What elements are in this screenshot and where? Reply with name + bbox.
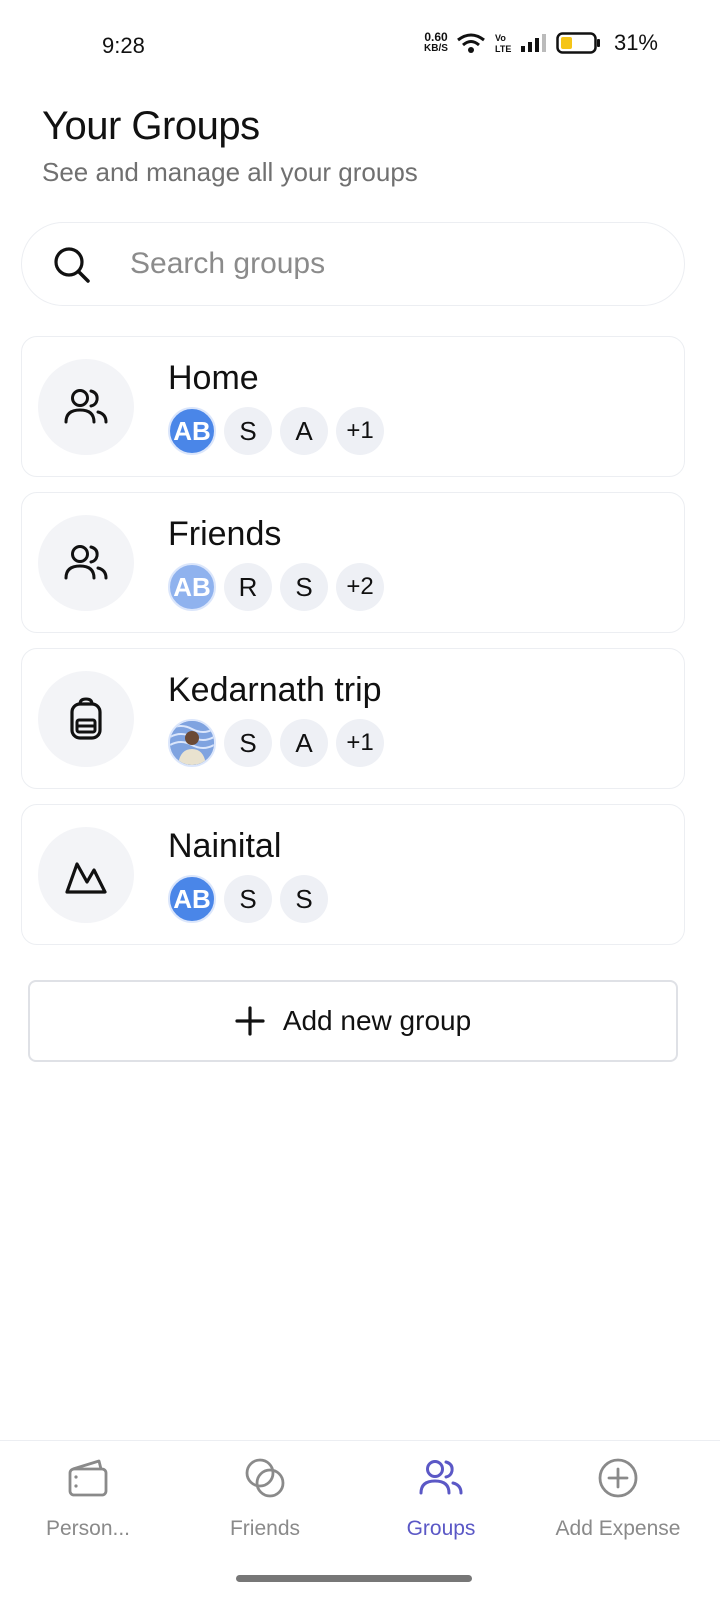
search-icon xyxy=(54,247,90,283)
status-icons: 0.60 KB/S Vo LTE 31% xyxy=(424,30,658,56)
member-avatar: AB xyxy=(168,563,216,611)
nav-item-personal[interactable]: Person... xyxy=(0,1455,176,1545)
signal-icon xyxy=(520,34,546,52)
network-speed-value: 0.60 xyxy=(424,30,448,44)
more-members-badge: +1 xyxy=(336,719,384,767)
member-avatars: S A +1 xyxy=(168,719,384,767)
svg-text:LTE: LTE xyxy=(495,44,511,54)
member-avatar: AB xyxy=(168,407,216,455)
page-header: Your Groups See and manage all your grou… xyxy=(42,104,418,188)
nav-label: Add Expense xyxy=(555,1517,681,1540)
overlapping-circles-icon xyxy=(245,1458,285,1498)
group-name: Friends xyxy=(168,515,282,553)
nav-item-groups[interactable]: Groups xyxy=(353,1455,529,1545)
member-avatar: AB xyxy=(168,875,216,923)
person-photo-icon xyxy=(170,721,214,765)
member-photo-avatar xyxy=(168,719,216,767)
network-speed-unit: KB/S xyxy=(424,43,448,54)
search-bar[interactable] xyxy=(21,222,685,306)
plus-circle-icon xyxy=(598,1458,638,1498)
plus-icon xyxy=(235,1006,265,1036)
battery-icon xyxy=(556,32,600,54)
page-subtitle: See and manage all your groups xyxy=(42,157,418,187)
group-name: Kedarnath trip xyxy=(168,671,382,709)
group-card-nainital[interactable]: Nainital AB S S xyxy=(21,804,685,945)
status-bar: 9:28 0.60 KB/S Vo LTE 31% xyxy=(0,0,720,90)
member-avatar: S xyxy=(224,407,272,455)
users-icon xyxy=(419,1460,463,1495)
member-avatars: AB R S +2 xyxy=(168,563,384,611)
svg-text:Vo: Vo xyxy=(495,33,506,43)
nav-item-friends[interactable]: Friends xyxy=(177,1455,353,1545)
member-avatar: S xyxy=(224,875,272,923)
member-avatar: S xyxy=(280,563,328,611)
member-avatar: R xyxy=(224,563,272,611)
page-title: Your Groups xyxy=(42,104,260,148)
group-name: Home xyxy=(168,359,259,397)
nav-label: Person... xyxy=(45,1517,131,1540)
group-icon-container xyxy=(38,671,134,767)
member-avatar: S xyxy=(280,875,328,923)
add-new-group-button[interactable]: Add new group xyxy=(28,980,678,1062)
network-speed: 0.60 KB/S xyxy=(424,30,448,54)
member-avatar: A xyxy=(280,719,328,767)
group-icon-container xyxy=(38,827,134,923)
member-avatars: AB S A +1 xyxy=(168,407,384,455)
nav-label: Groups xyxy=(406,1517,476,1540)
group-card-friends[interactable]: Friends AB R S +2 xyxy=(21,492,685,633)
add-new-group-label: Add new group xyxy=(282,1005,472,1036)
home-indicator[interactable] xyxy=(236,1575,472,1582)
wifi-icon xyxy=(457,33,485,53)
member-avatar: A xyxy=(280,407,328,455)
more-members-badge: +2 xyxy=(336,563,384,611)
nav-label: Friends xyxy=(229,1517,301,1540)
volte-icon: Vo LTE xyxy=(495,33,511,54)
backpack-icon xyxy=(70,697,102,740)
member-avatar: S xyxy=(224,719,272,767)
nav-item-add-expense[interactable]: Add Expense xyxy=(530,1455,706,1545)
group-icon-container xyxy=(38,359,134,455)
battery-percent: 31% xyxy=(613,30,658,55)
group-name: Nainital xyxy=(168,827,282,865)
users-icon xyxy=(64,389,108,424)
group-card-kedarnath-trip[interactable]: Kedarnath trip S A +1 xyxy=(21,648,685,789)
more-members-badge: +1 xyxy=(336,407,384,455)
member-avatars: AB S S xyxy=(168,875,328,923)
wallet-icon xyxy=(68,1459,108,1497)
users-icon xyxy=(64,545,108,580)
status-time: 9:28 xyxy=(102,33,145,58)
group-icon-container xyxy=(38,515,134,611)
search-input[interactable] xyxy=(130,241,650,287)
mountain-icon xyxy=(65,862,107,894)
group-card-home[interactable]: Home AB S A +1 xyxy=(21,336,685,477)
